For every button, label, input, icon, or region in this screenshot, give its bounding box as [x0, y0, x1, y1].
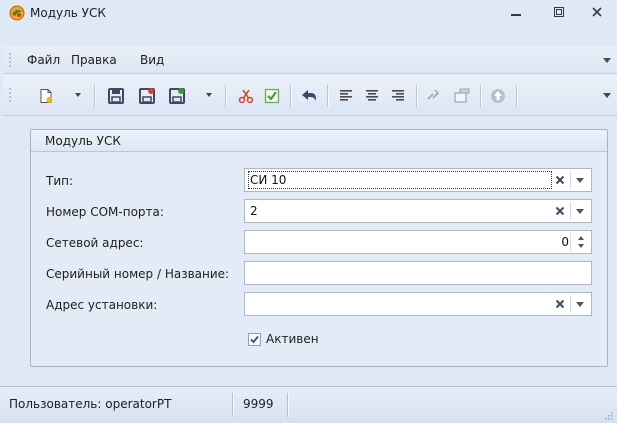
chevron-down-icon[interactable]: [571, 202, 589, 220]
serial-input[interactable]: [244, 261, 592, 285]
window-title: Модуль УСК: [30, 6, 106, 20]
toolbar-separator: [327, 85, 328, 107]
focus-rect: [248, 171, 552, 189]
status-bar: Пользователь: operatorPT 9999: [0, 386, 617, 423]
menu-bar: Файл Правка Вид: [3, 46, 617, 74]
app-window: Модуль УСК Файл Правка Вид Модуль УСК Ти…: [0, 0, 617, 423]
toolbar: [3, 75, 617, 116]
maximize-icon[interactable]: [546, 2, 572, 22]
new-dropdown-icon[interactable]: [75, 93, 81, 97]
close-icon[interactable]: [584, 2, 610, 22]
install-address-select[interactable]: [244, 292, 592, 316]
cut-icon[interactable]: [235, 85, 257, 107]
group-title: Модуль УСК: [45, 134, 121, 148]
up-icon[interactable]: [487, 85, 509, 107]
align-right-icon[interactable]: [387, 85, 409, 107]
serial-label: Серийный номер / Название:: [46, 267, 230, 281]
toolbar-grip-icon[interactable]: [9, 87, 11, 103]
clear-icon[interactable]: [551, 295, 569, 313]
clear-icon[interactable]: [551, 202, 569, 220]
field-separator: [570, 233, 571, 251]
net-address-spinner[interactable]: 0: [244, 230, 592, 254]
toolbar-separator: [94, 85, 95, 107]
status-user: Пользователь: operatorPT: [9, 397, 172, 411]
toolbar-separator: [290, 85, 291, 107]
chevron-down-icon[interactable]: [571, 171, 589, 189]
align-center-icon[interactable]: [361, 85, 383, 107]
chevron-down-icon[interactable]: [571, 295, 589, 313]
active-label: Активен: [266, 332, 319, 346]
com-port-value: 2: [250, 204, 258, 218]
link-icon[interactable]: [423, 85, 445, 107]
com-port-label: Номер COM-порта:: [46, 205, 164, 219]
active-checkbox[interactable]: [248, 333, 261, 346]
toolbar-separator: [480, 85, 481, 107]
align-left-icon[interactable]: [335, 85, 357, 107]
spinner-icon[interactable]: [573, 233, 589, 251]
save-dropdown-icon[interactable]: [206, 93, 212, 97]
title-bar: Модуль УСК: [0, 0, 617, 44]
net-address-value: 0: [561, 235, 569, 249]
type-select[interactable]: СИ 10: [244, 168, 592, 192]
toolbar-customize-icon[interactable]: [603, 93, 611, 98]
type-value: СИ 10: [250, 173, 287, 187]
install-address-label: Адрес установки:: [46, 298, 158, 312]
menu-view[interactable]: Вид: [138, 52, 166, 68]
save-icon[interactable]: [105, 85, 127, 107]
clear-icon[interactable]: [551, 171, 569, 189]
check-icon[interactable]: [261, 85, 283, 107]
type-label: Тип:: [46, 174, 74, 188]
minimize-icon[interactable]: [503, 2, 529, 22]
menu-customize-icon[interactable]: [603, 58, 611, 63]
status-code: 9999: [243, 397, 274, 411]
toolbar-separator: [416, 85, 417, 107]
resize-grip-icon[interactable]: [603, 409, 613, 420]
save-close-icon[interactable]: [136, 85, 158, 107]
status-separator: [232, 393, 233, 417]
undo-icon[interactable]: [298, 85, 320, 107]
toolbar-separator: [516, 85, 517, 107]
toolbar-separator: [225, 85, 226, 107]
new-document-icon[interactable]: [35, 85, 57, 107]
com-port-select[interactable]: 2: [244, 199, 592, 223]
menu-file[interactable]: Файл: [25, 52, 62, 68]
menu-grip-icon[interactable]: [9, 52, 11, 68]
save-new-icon[interactable]: [166, 85, 188, 107]
menu-edit[interactable]: Правка: [69, 52, 119, 68]
net-address-label: Сетевой адрес:: [46, 236, 144, 250]
status-separator: [287, 393, 288, 417]
window-icon[interactable]: [451, 85, 473, 107]
group-header: Модуль УСК: [31, 130, 607, 152]
app-logo-icon: [9, 5, 25, 21]
